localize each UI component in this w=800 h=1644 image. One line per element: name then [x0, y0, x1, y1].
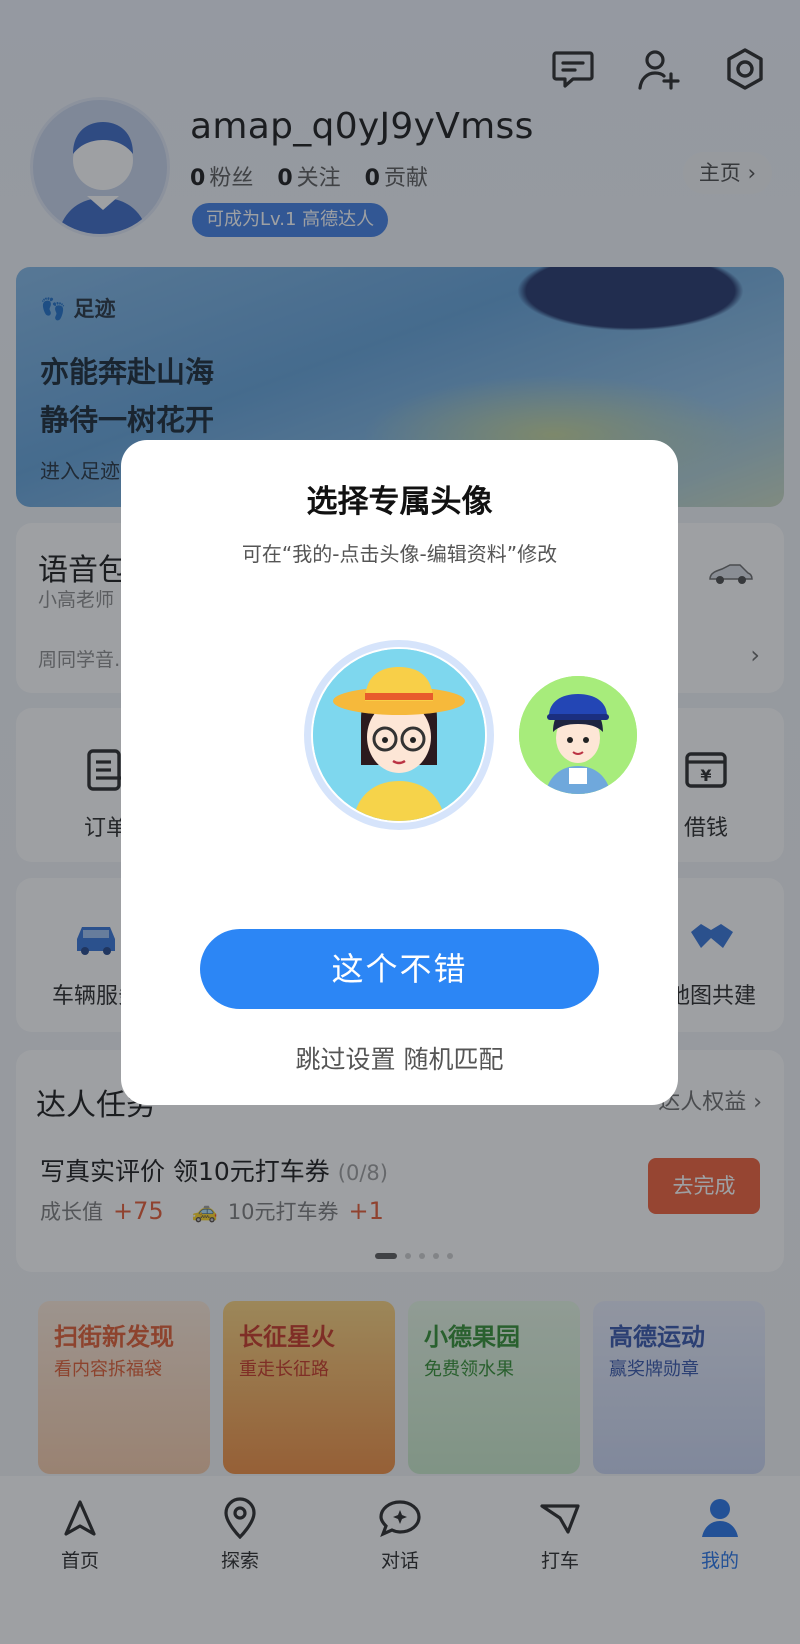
avatar-option-boy[interactable]	[519, 676, 637, 794]
avatar-chooser-dialog: 选择专属头像 可在“我的-点击头像-编辑资料”修改 这个不错 跳过设置 随机匹配	[121, 440, 678, 1105]
dialog-hint: 可在“我的-点击头像-编辑资料”修改	[241, 542, 558, 566]
avatar-option-girl-selected[interactable]	[304, 640, 494, 830]
girl-avatar-image	[313, 649, 485, 821]
dialog-title: 选择专属头像	[306, 484, 493, 520]
skip-random-match-link[interactable]: 跳过设置 随机匹配	[121, 1040, 678, 1076]
confirm-avatar-button[interactable]: 这个不错	[200, 929, 599, 1009]
